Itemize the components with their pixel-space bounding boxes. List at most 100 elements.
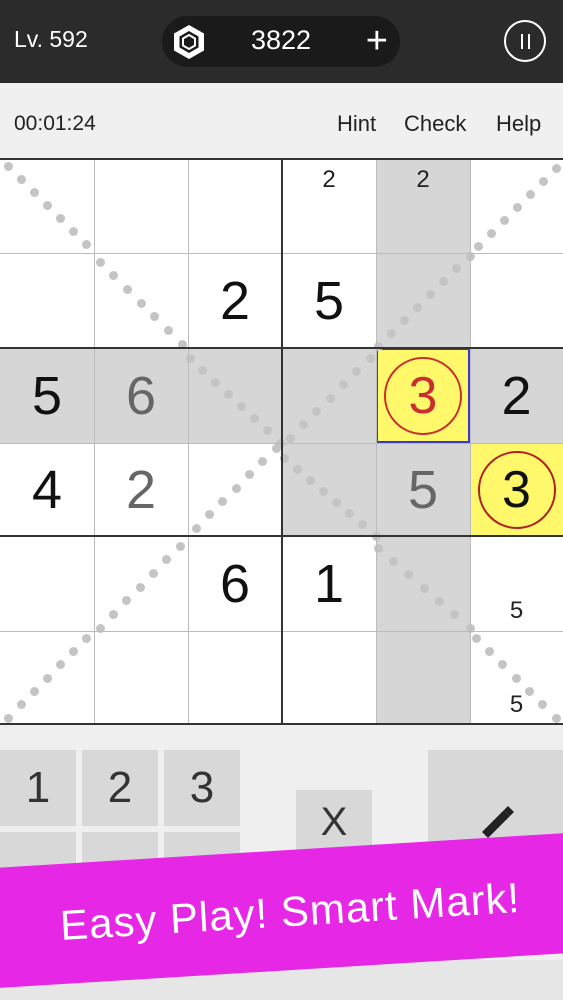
diagonal-dot	[135, 582, 145, 592]
diagonal-dot	[136, 298, 146, 308]
hint-button[interactable]: Hint	[337, 111, 376, 137]
diagonal-dot	[42, 200, 52, 210]
diagonal-dot	[373, 341, 383, 351]
board-cell[interactable]: 4	[0, 443, 94, 536]
diagonal-dot	[525, 189, 535, 199]
diagonal-dot	[325, 393, 335, 403]
key-hidden-1[interactable]	[0, 832, 76, 908]
cell-value: 4	[31, 459, 63, 520]
diagonal-dot	[3, 713, 13, 723]
board-cell[interactable]	[0, 536, 94, 631]
diagonal-dot	[185, 353, 195, 363]
footer-strip	[0, 960, 563, 1000]
board-cell[interactable]: 1	[282, 536, 376, 631]
board-cell[interactable]: 2	[376, 158, 470, 253]
grid-line	[188, 158, 189, 725]
circled-value: 3	[384, 356, 462, 435]
diagonal-dot	[292, 464, 302, 474]
key-3[interactable]: 3	[164, 750, 240, 826]
board-cell[interactable]: 2	[94, 443, 188, 536]
diagonal-dot	[365, 353, 375, 363]
diagonal-dot	[95, 257, 105, 267]
diagonal-dot	[42, 673, 52, 683]
board-cell[interactable]: 6	[188, 536, 282, 631]
cell-value: 5	[313, 270, 345, 331]
circled-value: 3	[477, 450, 556, 529]
help-button[interactable]: Help	[496, 111, 541, 137]
cell-clue: 5	[509, 691, 524, 718]
diagonal-dot	[386, 328, 396, 338]
diagonal-dot	[175, 541, 185, 551]
board-cell[interactable]	[282, 631, 376, 725]
diagonal-dot	[388, 556, 398, 566]
pause-icon[interactable]	[504, 20, 546, 62]
board-cell[interactable]	[0, 253, 94, 348]
diagonal-dot	[399, 315, 409, 325]
diagonal-dot	[3, 161, 13, 171]
diagonal-dot	[148, 568, 158, 578]
board-cell[interactable]: 2	[470, 348, 563, 443]
key-hidden-2[interactable]	[82, 832, 158, 908]
board-cell[interactable]: 5	[282, 253, 376, 348]
diagonal-dot	[338, 380, 348, 390]
key-2[interactable]: 2	[82, 750, 158, 826]
cell-value: 1	[313, 553, 345, 614]
board-cell[interactable]: 2	[188, 253, 282, 348]
diagonal-dot	[551, 163, 561, 173]
level-label: Lv. 592	[14, 26, 88, 52]
diagonal-dot	[122, 284, 132, 294]
diagonal-dot	[262, 426, 272, 436]
diagonal-dot	[434, 596, 444, 606]
diagonal-dot	[163, 325, 173, 335]
diagonal-dot	[29, 187, 39, 197]
diagonal-dot	[484, 646, 494, 656]
diagonal-dot	[258, 456, 268, 466]
diagonal-dot	[218, 496, 228, 506]
grid-line	[470, 158, 471, 725]
add-coins-button[interactable]: +	[366, 17, 388, 65]
grid-line	[0, 158, 563, 160]
diagonal-dot	[271, 443, 281, 453]
board-cell[interactable]	[188, 631, 282, 725]
board-cell[interactable]: 5	[0, 348, 94, 443]
board-cell[interactable]	[376, 631, 470, 725]
cell-clue: 5	[509, 597, 524, 624]
check-button[interactable]: Check	[404, 111, 466, 137]
key-hidden-3[interactable]	[164, 832, 240, 908]
mark-button[interactable]	[428, 750, 563, 890]
board-cell[interactable]: 5	[376, 443, 470, 536]
cell-value: 5	[407, 459, 439, 520]
erase-button[interactable]: X	[296, 790, 372, 866]
board-cell[interactable]: 5	[470, 536, 563, 631]
diagonal-dot	[68, 226, 78, 236]
pencil-icon	[482, 806, 514, 838]
board-cell[interactable]	[188, 158, 282, 253]
diagonal-dot	[412, 302, 422, 312]
diagonal-dot	[191, 523, 201, 533]
board-cell[interactable]: 3	[470, 443, 563, 536]
coin-count: 3822	[250, 25, 312, 55]
board-cell[interactable]	[94, 158, 188, 253]
diagonal-dot	[16, 700, 26, 710]
sudoku-board: 2225563242536155	[0, 158, 563, 725]
board-cell[interactable]: 2	[282, 158, 376, 253]
diagonal-dot	[285, 433, 295, 443]
diagonal-dot	[305, 475, 315, 485]
diagonal-dot	[198, 365, 208, 375]
diagonal-dot	[298, 420, 308, 430]
coin-balance[interactable]: 3822 +	[162, 16, 400, 67]
diagonal-dot	[512, 202, 522, 212]
key-1[interactable]: 1	[0, 750, 76, 826]
board-cell[interactable]	[470, 253, 563, 348]
diagonal-dot	[471, 633, 481, 643]
diagonal-dot	[373, 543, 383, 553]
board-cell[interactable]: 3	[376, 348, 470, 443]
diagonal-dot	[16, 174, 26, 184]
diagonal-dot	[204, 510, 214, 520]
grid-line	[376, 158, 377, 725]
diagonal-dot	[486, 228, 496, 238]
board-cell[interactable]	[94, 631, 188, 725]
diagonal-dot	[29, 686, 39, 696]
board-cell[interactable]: 6	[94, 348, 188, 443]
diagonal-dot	[538, 176, 548, 186]
